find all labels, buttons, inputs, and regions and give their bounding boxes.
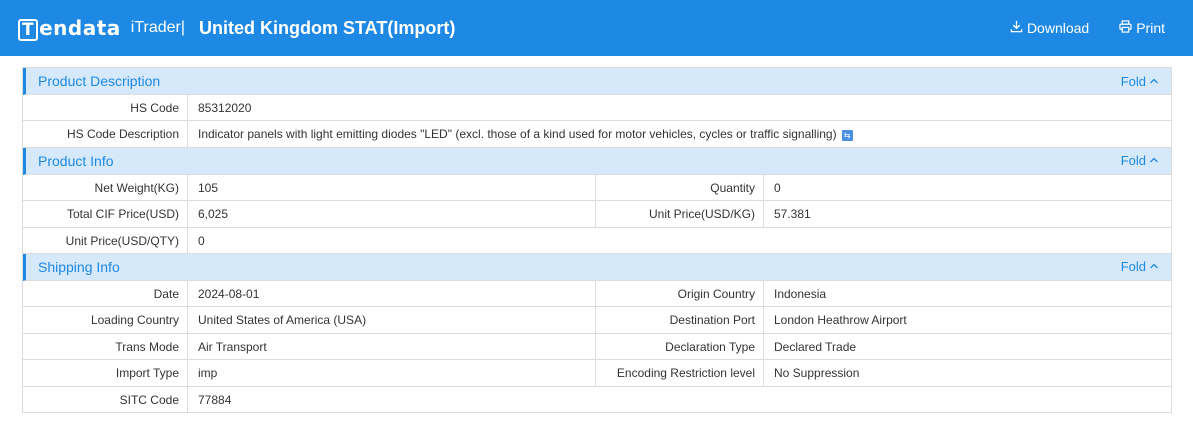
download-button[interactable]: Download xyxy=(1010,20,1089,36)
hs-description-text: Indicator panels with light emitting dio… xyxy=(198,127,837,142)
row-weight-quantity: Net Weight(KG) 105 Quantity 0 xyxy=(23,174,1171,202)
trans-mode-label: Trans Mode xyxy=(23,333,188,360)
declaration-type-value: Declared Trade xyxy=(774,339,857,354)
hs-code-label: HS Code xyxy=(23,95,188,121)
origin-country-value: Indonesia xyxy=(774,286,827,301)
tendata-logo[interactable]: Tendata iTrader| xyxy=(18,0,185,56)
cell-group: Origin Country Indonesia xyxy=(597,280,1171,307)
cell-group: Date 2024-08-01 xyxy=(23,280,597,307)
logo-brand-text: endata xyxy=(39,15,121,40)
origin-country-label: Origin Country xyxy=(597,280,764,307)
content: Product Description Fold HS Code 8531202… xyxy=(0,56,1193,413)
print-button[interactable]: Print xyxy=(1119,20,1165,36)
row-date-origin: Date 2024-08-01 Origin Country Indonesia xyxy=(23,280,1171,308)
sitc-code-value: 77884 xyxy=(198,392,232,407)
section-title: Product Description xyxy=(38,73,161,89)
row-hs-code: HS Code 85312020 xyxy=(23,95,1171,122)
download-icon xyxy=(1010,20,1023,36)
declaration-type-label: Declaration Type xyxy=(597,333,764,360)
hs-description-label: HS Code Description xyxy=(23,121,188,147)
download-label: Download xyxy=(1026,20,1090,36)
cell-group: Import Type imp xyxy=(23,360,597,386)
section-title: Product Info xyxy=(38,152,114,169)
row-unit-price-qty: Unit Price(USD/QTY) 0 xyxy=(23,227,1171,254)
row-import-encoding: Import Type imp Encoding Restriction lev… xyxy=(23,360,1171,387)
fold-label: Fold xyxy=(1120,153,1146,169)
unit-price-qty-value: 0 xyxy=(198,233,205,248)
chevron-up-icon xyxy=(1149,259,1159,274)
section-product-info: Product Info Fold xyxy=(23,147,1171,175)
chevron-up-icon xyxy=(1149,153,1159,168)
hs-code-value: 85312020 xyxy=(198,101,252,115)
net-weight-value: 105 xyxy=(188,174,596,201)
cell-group: Loading Country United States of America… xyxy=(23,307,597,333)
section-shipping-info: Shipping Info Fold xyxy=(23,253,1171,281)
fold-button[interactable]: Fold xyxy=(1121,153,1159,168)
cell-group: Net Weight(KG) 105 xyxy=(23,174,597,201)
cell-group: Total CIF Price(USD) 6,025 xyxy=(23,201,597,227)
cell-group: Quantity 0 xyxy=(597,174,1171,201)
cell-group: Unit Price(USD/KG) 57.381 xyxy=(597,201,1171,227)
cell-group: Destination Port London Heathrow Airport xyxy=(597,307,1171,333)
unit-price-qty-label: Unit Price(USD/QTY) xyxy=(23,227,188,253)
cell-group: Encoding Restriction level No Suppressio… xyxy=(597,360,1171,386)
total-cif-value: 6,025 xyxy=(188,201,596,227)
row-loading-destination: Loading Country United States of America… xyxy=(23,307,1171,334)
quantity-value: 0 xyxy=(774,180,781,195)
logo-brand: Tendata xyxy=(18,16,121,41)
print-label: Print xyxy=(1136,20,1165,36)
section-title: Shipping Info xyxy=(38,258,120,275)
trans-mode-value: Air Transport xyxy=(188,333,596,360)
destination-port-value: London Heathrow Airport xyxy=(774,313,907,328)
import-type-value: imp xyxy=(188,360,596,386)
top-bar: Tendata iTrader| United Kingdom STAT(Imp… xyxy=(0,0,1193,56)
detail-panel: Product Description Fold HS Code 8531202… xyxy=(22,67,1172,413)
unit-price-kg-label: Unit Price(USD/KG) xyxy=(597,201,764,227)
logo-product: iTrader| xyxy=(130,19,186,36)
quantity-label: Quantity xyxy=(597,174,764,201)
date-value: 2024-08-01 xyxy=(188,280,596,307)
loading-country-label: Loading Country xyxy=(23,307,188,333)
loading-country-value: United States of America (USA) xyxy=(188,307,596,333)
chevron-up-icon xyxy=(1149,74,1159,89)
encoding-restriction-label: Encoding Restriction level xyxy=(597,360,764,386)
logo-initial: T xyxy=(18,18,39,41)
print-icon xyxy=(1119,20,1132,36)
row-trans-declaration: Trans Mode Air Transport Declaration Typ… xyxy=(23,333,1171,361)
total-cif-label: Total CIF Price(USD) xyxy=(23,201,188,227)
fold-label: Fold xyxy=(1120,73,1146,89)
row-cif-unit-price: Total CIF Price(USD) 6,025 Unit Price(US… xyxy=(23,201,1171,228)
destination-port-label: Destination Port xyxy=(597,307,764,333)
fold-label: Fold xyxy=(1120,259,1146,275)
net-weight-label: Net Weight(KG) xyxy=(23,174,188,201)
date-label: Date xyxy=(23,280,188,307)
fold-button[interactable]: Fold xyxy=(1121,74,1159,89)
page-title: United Kingdom STAT(Import) xyxy=(199,17,456,38)
top-actions: Download Print xyxy=(1010,0,1165,56)
row-sitc-code: SITC Code 77884 xyxy=(23,386,1171,413)
cell-group: Declaration Type Declared Trade xyxy=(597,333,1171,360)
fold-button[interactable]: Fold xyxy=(1121,259,1159,274)
section-product-description: Product Description Fold xyxy=(23,68,1171,95)
unit-price-kg-value: 57.381 xyxy=(774,207,811,222)
row-hs-description: HS Code Description Indicator panels wit… xyxy=(23,121,1171,148)
sitc-code-label: SITC Code xyxy=(23,386,188,412)
cell-group: Trans Mode Air Transport xyxy=(23,333,597,360)
import-type-label: Import Type xyxy=(23,360,188,386)
encoding-restriction-value: No Suppression xyxy=(774,366,860,381)
hs-description-value: Indicator panels with light emitting dio… xyxy=(188,121,1171,146)
translate-icon[interactable]: ⇆ xyxy=(841,129,853,141)
